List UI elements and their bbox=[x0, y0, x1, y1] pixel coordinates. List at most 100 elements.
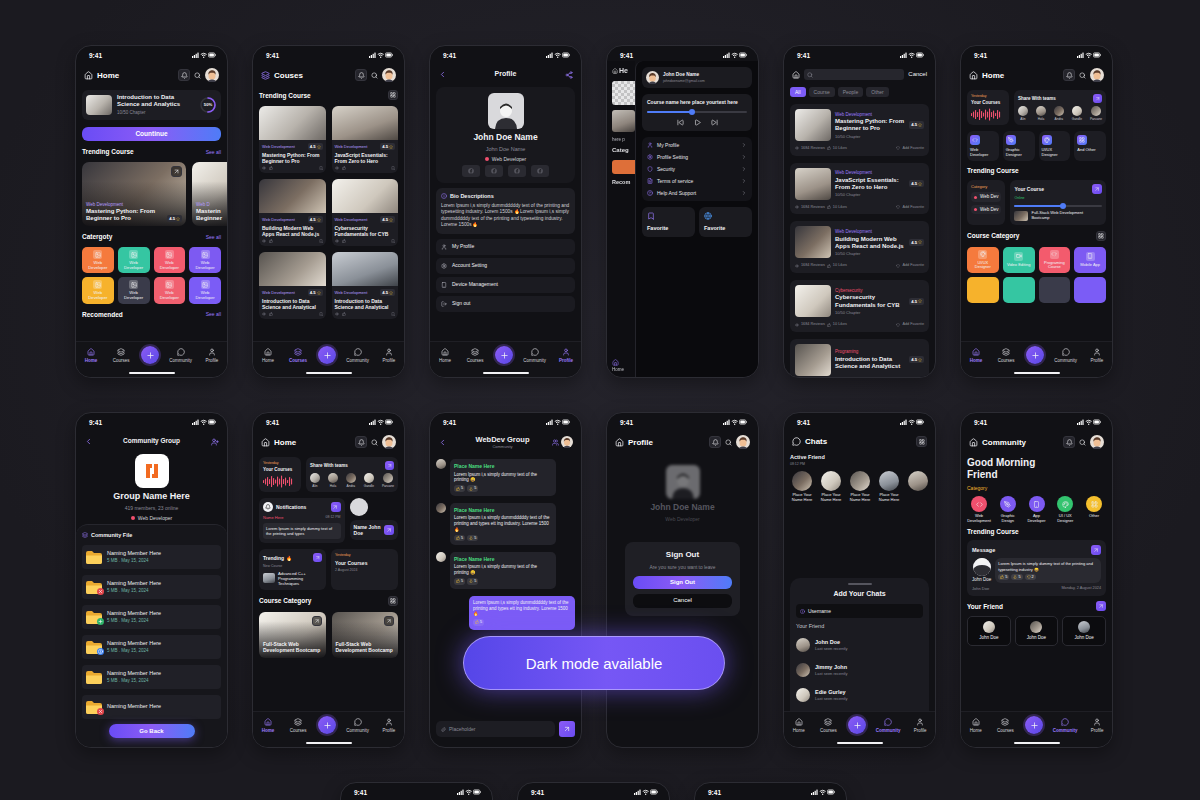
menu-item[interactable]: Sign out bbox=[436, 296, 575, 312]
category-tile[interactable]: Web Developer bbox=[118, 247, 150, 273]
category-item[interactable]: Web Dev bbox=[971, 192, 1001, 202]
course-card[interactable]: Web Development4.5Building Modern Web Ap… bbox=[259, 179, 326, 246]
menu-item[interactable]: Device Management bbox=[436, 277, 575, 293]
category-tile[interactable]: UI/UX Designer bbox=[967, 247, 999, 273]
file-row[interactable]: Naming Member Here5 MB . May 15, 2024 bbox=[82, 545, 221, 569]
category-tile[interactable]: Web Developer bbox=[189, 277, 221, 303]
reaction-chip[interactable]: 5 bbox=[467, 578, 478, 585]
text[interactable]: Add Favorite bbox=[902, 205, 924, 210]
nav-item[interactable]: Profile bbox=[202, 348, 222, 363]
result-card[interactable]: Web DevelopmentBuilding Modern Web Apps … bbox=[790, 221, 929, 273]
file-row[interactable]: Naming Member Here5 MB . May 15, 2024 bbox=[82, 665, 221, 689]
category-item[interactable]: UI / UX Designer bbox=[1053, 496, 1077, 523]
friend-row[interactable]: Jimmy JohnLast seen recently bbox=[796, 660, 923, 680]
nav-item[interactable]: Community bbox=[1053, 718, 1078, 733]
nav-item[interactable]: Home bbox=[966, 348, 986, 363]
progress-slider[interactable] bbox=[1014, 205, 1102, 207]
text[interactable]: Add Favorite bbox=[902, 263, 924, 268]
reaction-chip[interactable]: 5 bbox=[998, 574, 1009, 581]
trending-card[interactable]: Web DMasterinBeginner bbox=[192, 162, 227, 226]
filter-chip[interactable]: Other bbox=[866, 87, 889, 97]
category-tile[interactable]: Mobile App bbox=[1074, 247, 1106, 273]
grid-view-button[interactable] bbox=[1096, 231, 1106, 241]
course-card[interactable]: Web Development4.5Cybersecurity Fundamen… bbox=[332, 179, 399, 246]
friend-row[interactable]: Edie GurleyLast seen recently bbox=[796, 685, 923, 705]
arrow-button[interactable] bbox=[1093, 94, 1102, 103]
continue-card[interactable]: Introduction to Data Science and Analyti… bbox=[82, 90, 221, 120]
category-tile[interactable]: Programing Course bbox=[1039, 247, 1071, 273]
category-tile[interactable]: Video Editing bbox=[1003, 247, 1035, 273]
category-tile[interactable] bbox=[1003, 277, 1035, 303]
result-card[interactable]: CybersecurityCybersecurity Fundamentals … bbox=[790, 280, 929, 332]
notification-button[interactable] bbox=[178, 69, 190, 81]
notification-button[interactable] bbox=[1063, 436, 1075, 448]
result-card[interactable]: Web DevelopmentJavaScript Essentials: Fr… bbox=[790, 163, 929, 215]
message-input[interactable]: Placeholder bbox=[436, 721, 555, 737]
active-friend[interactable]: Place Your Name Here bbox=[790, 471, 814, 502]
drawer-item[interactable]: Terms of service bbox=[647, 178, 747, 184]
file-row[interactable]: Naming Member Here bbox=[82, 695, 221, 719]
send-button[interactable] bbox=[559, 721, 575, 737]
result-card[interactable]: ProgramingIntroduction to Data Science a… bbox=[790, 339, 929, 377]
nav-item[interactable]: Profile bbox=[1087, 348, 1107, 363]
category-circle[interactable] bbox=[1086, 496, 1102, 512]
category-circle[interactable] bbox=[1000, 496, 1016, 512]
nav-item[interactable]: Profile bbox=[910, 718, 930, 733]
favorite-card[interactable]: Favorite bbox=[642, 207, 695, 237]
grid-view-button[interactable] bbox=[388, 90, 398, 100]
see-all-link[interactable]: See all bbox=[206, 311, 221, 317]
category-circle[interactable] bbox=[971, 496, 987, 512]
category-tile[interactable] bbox=[1074, 277, 1106, 303]
confirm-sign-out-button[interactable]: Sign Out bbox=[633, 576, 732, 590]
open-course-button[interactable] bbox=[171, 166, 182, 177]
reaction-chip[interactable]: 5 bbox=[1011, 574, 1022, 581]
arrow-button[interactable] bbox=[1096, 601, 1106, 611]
nav-item[interactable]: Courses bbox=[288, 348, 308, 363]
user-avatar[interactable] bbox=[205, 68, 219, 82]
nav-item[interactable]: Courses bbox=[995, 718, 1015, 733]
category-tile[interactable]: Web Developer bbox=[189, 247, 221, 273]
drawer-item[interactable]: Security bbox=[647, 166, 747, 172]
notification-button[interactable] bbox=[709, 436, 721, 448]
social-button[interactable] bbox=[462, 165, 480, 177]
topic-tile[interactable]: Graphic Designer bbox=[1003, 131, 1035, 161]
nav-item[interactable]: Profile bbox=[556, 348, 576, 363]
avatar[interactable] bbox=[561, 436, 573, 448]
category-tile[interactable]: Web Developer bbox=[154, 247, 186, 273]
category-circle[interactable] bbox=[1057, 496, 1073, 512]
reaction-chip[interactable]: 5 bbox=[454, 578, 465, 585]
add-button[interactable] bbox=[1025, 716, 1043, 734]
nav-item[interactable]: Community bbox=[1054, 348, 1077, 363]
user-avatar[interactable] bbox=[736, 435, 750, 449]
nav-item[interactable]: Home bbox=[966, 718, 986, 733]
add-button[interactable] bbox=[495, 346, 513, 364]
continue-button[interactable]: Countinue bbox=[82, 127, 221, 141]
nav-item[interactable]: Community bbox=[346, 348, 369, 363]
your-courses-card[interactable]: YesterdayYour Courses bbox=[967, 90, 1009, 125]
menu-item[interactable]: Account Setting bbox=[436, 258, 575, 274]
reaction-chip[interactable]: 5 bbox=[454, 485, 465, 492]
arrow-button[interactable] bbox=[313, 553, 322, 562]
filter-chip[interactable]: People bbox=[838, 87, 864, 97]
topic-tile[interactable]: UI/UX Designer bbox=[1039, 131, 1071, 161]
friend-card[interactable]: John Doe bbox=[1015, 616, 1059, 646]
user-avatar[interactable] bbox=[1090, 435, 1104, 449]
category-item[interactable]: Web Dev bbox=[971, 205, 1001, 215]
go-back-button[interactable]: Go Back bbox=[109, 724, 195, 738]
active-friend[interactable]: Place Your Name Here bbox=[819, 471, 843, 502]
trending-card[interactable]: Web DevelopmentMastering Python: FromBeg… bbox=[82, 162, 186, 226]
course-card[interactable]: Web Development4.5Mastering Python: From… bbox=[259, 106, 326, 173]
text[interactable]: Add Favorite bbox=[902, 146, 924, 151]
category-tile[interactable] bbox=[1039, 277, 1071, 303]
reaction-chip[interactable]: 5 bbox=[467, 535, 478, 542]
nav-item[interactable]: Courses bbox=[818, 718, 838, 733]
category-item[interactable]: App Developer bbox=[1025, 496, 1049, 523]
open-course-button[interactable] bbox=[384, 616, 394, 626]
menu-item[interactable]: My Profile bbox=[436, 239, 575, 255]
your-courses-card[interactable]: YesterdayYour Courses bbox=[259, 457, 301, 492]
grid-view-button[interactable] bbox=[916, 436, 927, 447]
nav-item[interactable]: Courses bbox=[996, 348, 1016, 363]
nav-item[interactable]: Home bbox=[789, 718, 809, 733]
category-item[interactable]: Graphic Design bbox=[996, 496, 1020, 523]
open-course-button[interactable] bbox=[312, 616, 322, 626]
